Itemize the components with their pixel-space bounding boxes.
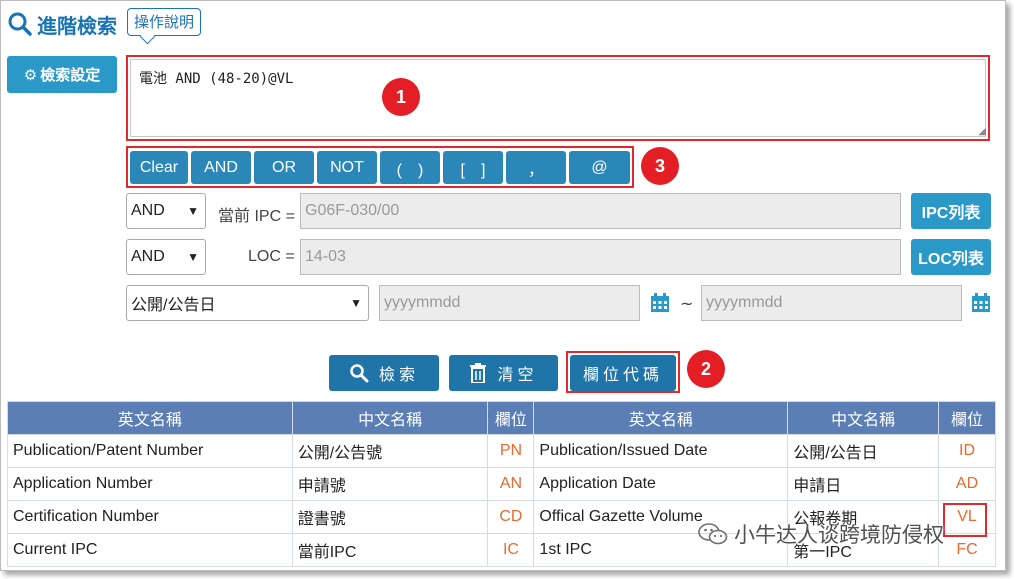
annotation-badge-2: 2: [687, 350, 725, 388]
search-settings-label: 檢索設定: [40, 66, 101, 84]
search-icon: [8, 12, 32, 36]
help-button[interactable]: 操作說明: [127, 8, 202, 36]
query-highlight-box: 電池 AND (48-20)@VL ◢: [126, 55, 990, 141]
date-from-input[interactable]: yyyymmdd: [379, 285, 640, 321]
field-code[interactable]: IC: [487, 533, 535, 567]
field-code[interactable]: PN: [487, 434, 535, 468]
english-name: Certification Number: [7, 500, 293, 534]
wechat-icon: [698, 523, 728, 545]
search-settings-button[interactable]: ⚙ 檢索設定: [7, 56, 117, 93]
table-row: Application Number 申請號 AN Application Da…: [7, 467, 996, 501]
ipc-operator-value: AND: [131, 202, 165, 219]
chinese-name: 申請號: [291, 467, 489, 501]
resize-grip-icon[interactable]: ◢: [978, 127, 986, 137]
search-icon: [350, 364, 369, 383]
watermark: 小牛达人谈跨境防侵权: [698, 519, 944, 549]
ipc-operator-select[interactable]: AND ▼: [126, 193, 206, 229]
loc-operator-select[interactable]: AND ▼: [126, 239, 206, 275]
calendar-icon[interactable]: [650, 293, 670, 313]
english-name: Current IPC: [7, 533, 293, 567]
table-header-row: 英文名稱 中文名稱 欄位 英文名稱 中文名稱 欄位: [7, 401, 996, 435]
chinese-name: 公開/公告日: [787, 434, 940, 468]
chinese-name: 證書號: [291, 500, 489, 534]
op-not-button[interactable]: NOT: [317, 151, 377, 184]
search-button-label: 檢索: [378, 365, 419, 384]
query-textarea[interactable]: 電池 AND (48-20)@VL: [130, 59, 986, 137]
op-parentheses-button[interactable]: ( ): [380, 151, 440, 184]
search-button[interactable]: 檢索: [329, 355, 439, 391]
watermark-text: 小牛达人谈跨境防侵权: [734, 523, 944, 547]
op-brackets-button[interactable]: [ ]: [443, 151, 503, 184]
calendar-icon[interactable]: [971, 293, 991, 313]
chinese-name: 當前IPC: [291, 533, 489, 567]
loc-input[interactable]: 14-03: [300, 239, 901, 275]
operator-highlight-box: Clear AND OR NOT ( ) [ ] ， @: [126, 146, 634, 188]
clear-button-label: 清空: [497, 365, 538, 384]
field-code[interactable]: AN: [487, 467, 535, 501]
ipc-input[interactable]: G06F-030/00: [300, 193, 901, 229]
chinese-name: 公開/公告號: [291, 434, 489, 468]
clear-button[interactable]: 清空: [449, 355, 558, 391]
field-code[interactable]: CD: [487, 500, 535, 534]
field-code[interactable]: AD: [938, 467, 996, 501]
loc-list-button[interactable]: LOC列表: [911, 239, 991, 275]
loc-operator-value: AND: [131, 248, 165, 265]
ipc-list-button[interactable]: IPC列表: [911, 193, 991, 229]
date-field-value: 公開/公告日: [131, 297, 216, 314]
col-header-english: 英文名稱: [533, 401, 789, 435]
english-name: Publication/Patent Number: [7, 434, 293, 468]
annotation-badge-1: 1: [382, 78, 420, 116]
col-header-chinese: 中文名稱: [787, 401, 940, 435]
op-or-button[interactable]: OR: [254, 151, 314, 184]
advanced-search-panel: 進階檢索 操作說明 ⚙ 檢索設定 電池 AND (48-20)@VL ◢ 1 C…: [0, 0, 1006, 571]
chevron-down-icon: ▼: [187, 204, 199, 218]
page-title: 進階檢索: [7, 9, 117, 39]
page-title-text: 進階檢索: [37, 13, 117, 38]
col-header-chinese: 中文名稱: [291, 401, 489, 435]
field-code-highlighted[interactable]: VL: [938, 500, 996, 538]
field-code[interactable]: FC: [938, 533, 996, 567]
field-code[interactable]: ID: [938, 434, 996, 468]
col-header-field: 欄位: [938, 401, 996, 435]
ipc-label: 當前 IPC =: [218, 208, 295, 225]
english-name: Publication/Issued Date: [533, 434, 789, 468]
chevron-down-icon: ▼: [187, 250, 199, 264]
annotation-badge-3: 3: [641, 147, 679, 185]
chevron-down-icon: ▼: [350, 296, 362, 310]
op-clear-button[interactable]: Clear: [130, 151, 188, 184]
chinese-name: 申請日: [787, 467, 940, 501]
col-header-english: 英文名稱: [7, 401, 293, 435]
date-field-select[interactable]: 公開/公告日 ▼: [126, 285, 369, 321]
date-to-input[interactable]: yyyymmdd: [701, 285, 962, 321]
op-comma-button[interactable]: ，: [506, 151, 566, 184]
field-codes-button[interactable]: 欄位代碼: [570, 355, 676, 391]
op-and-button[interactable]: AND: [191, 151, 251, 184]
gear-icon: ⚙: [23, 65, 38, 84]
english-name: Application Date: [533, 467, 789, 501]
loc-label: LOC =: [248, 248, 295, 265]
field-codes-label: 欄位代碼: [582, 365, 663, 384]
col-header-field: 欄位: [487, 401, 535, 435]
op-at-button[interactable]: @: [569, 151, 630, 184]
date-range-separator: ~: [680, 294, 694, 313]
trash-icon: [470, 363, 487, 383]
table-row: Publication/Patent Number 公開/公告號 PN Publ…: [7, 434, 996, 468]
english-name: Application Number: [7, 467, 293, 501]
